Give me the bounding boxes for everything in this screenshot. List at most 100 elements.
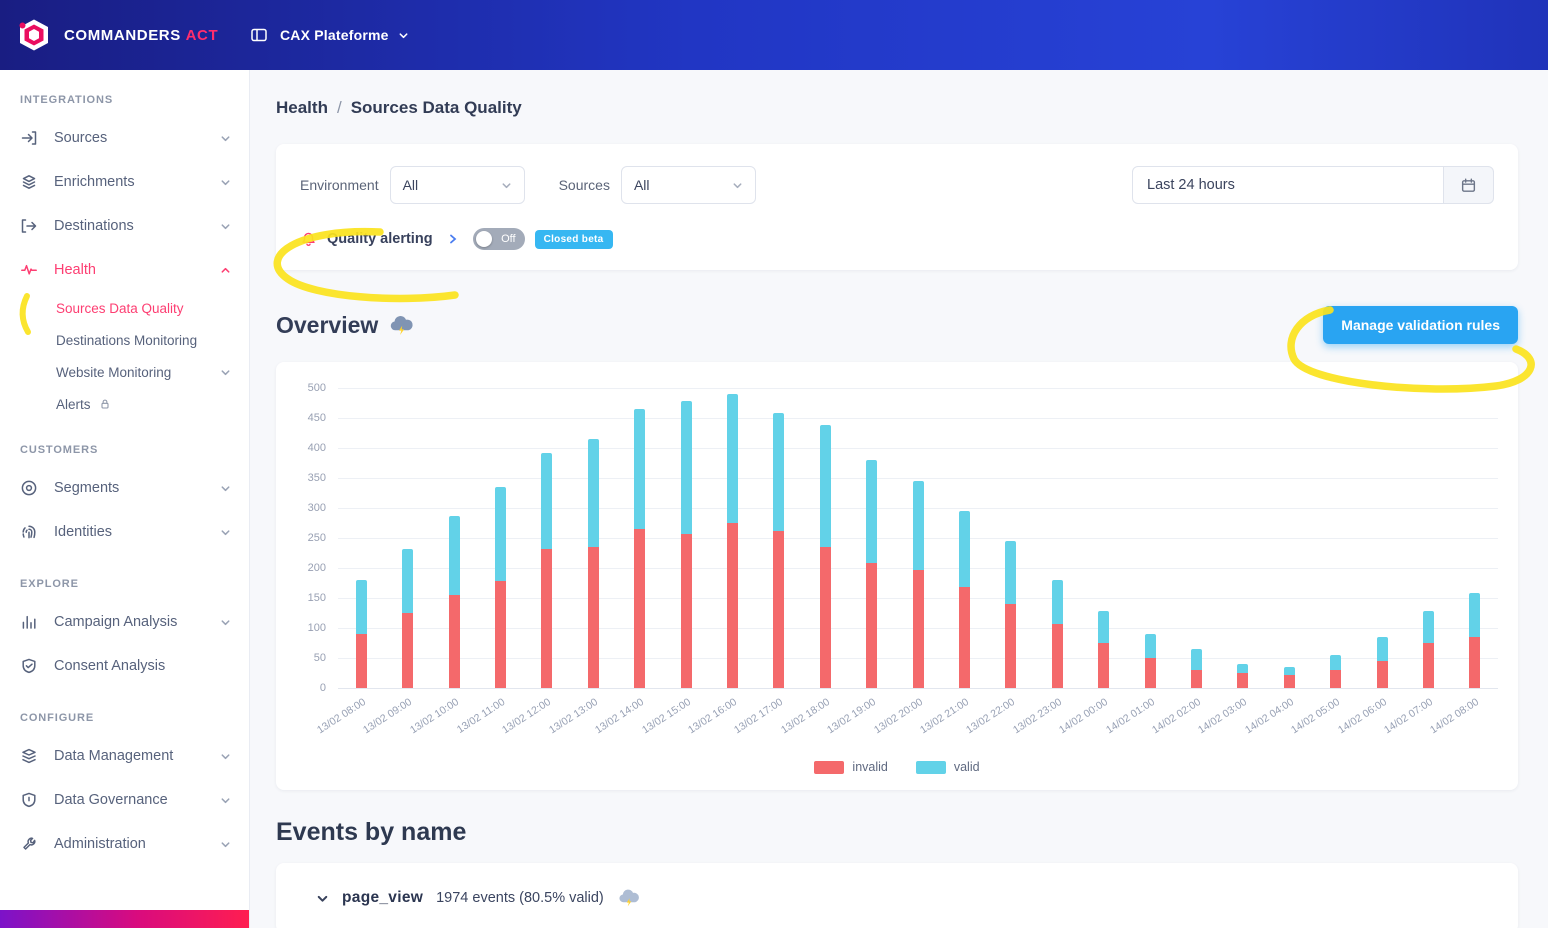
toggle-knob xyxy=(476,231,492,247)
stacked-bar xyxy=(1469,593,1480,688)
sidebar-subitem-destinations-monitoring[interactable]: Destinations Monitoring xyxy=(0,324,249,356)
breadcrumb-section[interactable]: Health xyxy=(276,98,328,118)
section-title-explore: EXPLORE xyxy=(0,554,249,600)
panel-toggle-icon[interactable] xyxy=(250,26,268,44)
chevron-down-icon xyxy=(220,839,231,850)
legend-label: invalid xyxy=(852,760,887,774)
stacked-bar xyxy=(402,549,413,688)
chevron-down-icon xyxy=(220,527,231,538)
sidebar-item-sources[interactable]: Sources xyxy=(0,116,249,160)
x-axis-label: 13/02 22:00 xyxy=(964,696,1017,736)
layers-icon xyxy=(20,746,40,766)
bar-column: 14/02 08:00 xyxy=(1452,388,1498,688)
x-axis-label: 14/02 05:00 xyxy=(1289,696,1342,736)
plot-area: 13/02 08:0013/02 09:0013/02 10:0013/02 1… xyxy=(338,388,1498,688)
legend-item-valid[interactable]: valid xyxy=(916,760,980,774)
sidebar-item-administration[interactable]: Administration xyxy=(0,822,249,866)
sidebar-subitem-sources-data-quality[interactable]: Sources Data Quality xyxy=(0,292,249,324)
valid-segment xyxy=(959,511,970,587)
valid-segment xyxy=(1284,667,1295,675)
x-axis-label: 13/02 20:00 xyxy=(872,696,925,736)
invalid-segment xyxy=(634,529,645,688)
date-range-input[interactable] xyxy=(1132,166,1444,204)
bar-column: 13/02 12:00 xyxy=(524,388,570,688)
workspace-selector[interactable]: CAX Plateforme xyxy=(280,27,409,43)
calendar-button[interactable] xyxy=(1444,166,1494,204)
bar-column: 13/02 11:00 xyxy=(477,388,523,688)
x-axis-label: 13/02 08:00 xyxy=(315,696,368,736)
main-content: Health / Sources Data Quality Environmen… xyxy=(250,70,1548,928)
sources-select[interactable]: All xyxy=(621,166,756,204)
overview-chart-card: 050100150200250300350400450500 13/02 08:… xyxy=(276,362,1518,790)
x-axis-label: 13/02 16:00 xyxy=(686,696,739,736)
x-axis-label: 13/02 14:00 xyxy=(593,696,646,736)
invalid-segment xyxy=(495,581,506,688)
sidebar-item-segments[interactable]: Segments xyxy=(0,466,249,510)
storm-cloud-icon xyxy=(388,312,415,339)
x-axis-label: 14/02 01:00 xyxy=(1104,696,1157,736)
bar-column: 14/02 05:00 xyxy=(1313,388,1359,688)
bar-column: 14/02 07:00 xyxy=(1405,388,1451,688)
bar-column: 13/02 08:00 xyxy=(338,388,384,688)
valid-segment xyxy=(1005,541,1016,604)
stacked-bar xyxy=(541,453,552,688)
sources-icon xyxy=(20,128,40,148)
chevron-down-icon[interactable] xyxy=(316,892,329,905)
invalid-segment xyxy=(866,563,877,688)
legend-item-invalid[interactable]: invalid xyxy=(814,760,887,774)
calendar-icon xyxy=(1460,177,1477,194)
sidebar-item-enrichments[interactable]: Enrichments xyxy=(0,160,249,204)
valid-segment xyxy=(681,401,692,534)
x-axis-label: 13/02 17:00 xyxy=(732,696,785,736)
bar-column: 14/02 06:00 xyxy=(1359,388,1405,688)
stacked-bar xyxy=(1330,655,1341,688)
enrichments-icon xyxy=(20,172,40,192)
sidebar-item-data-management[interactable]: Data Management xyxy=(0,734,249,778)
bar-column: 13/02 14:00 xyxy=(616,388,662,688)
bar-column: 13/02 19:00 xyxy=(848,388,894,688)
sidebar-item-health[interactable]: Health xyxy=(0,248,249,292)
invalid-segment xyxy=(1098,643,1109,688)
sidebar-item-destinations[interactable]: Destinations xyxy=(0,204,249,248)
breadcrumb-page: Sources Data Quality xyxy=(351,98,522,118)
environment-select[interactable]: All xyxy=(390,166,525,204)
sidebar-subitem-alerts[interactable]: Alerts xyxy=(0,388,249,420)
sidebar-subitem-website-monitoring[interactable]: Website Monitoring xyxy=(0,356,249,388)
valid-segment xyxy=(1377,637,1388,661)
events-by-name-heading: Events by name xyxy=(276,818,1518,847)
invalid-segment xyxy=(1284,675,1295,688)
invalid-segment xyxy=(588,547,599,688)
filters-card: Environment All Sources All xyxy=(276,144,1518,270)
sidebar-item-campaign-analysis[interactable]: Campaign Analysis xyxy=(0,600,249,644)
event-row-page-view[interactable]: page_view 1974 events (80.5% valid) xyxy=(276,863,1518,928)
invalid-segment xyxy=(1237,673,1248,688)
stacked-bar xyxy=(727,394,738,688)
sidebar-item-data-governance[interactable]: Data Governance xyxy=(0,778,249,822)
invalid-segment xyxy=(356,634,367,688)
valid-segment xyxy=(1145,634,1156,658)
y-axis-tick: 100 xyxy=(308,622,326,634)
x-axis-label: 14/02 06:00 xyxy=(1336,696,1389,736)
brand: COMMANDERS ACT xyxy=(0,17,250,53)
sidebar-item-identities[interactable]: Identities xyxy=(0,510,249,554)
quality-alerting-toggle[interactable]: Off xyxy=(473,228,525,250)
legend-swatch xyxy=(916,761,946,774)
valid-segment xyxy=(866,460,877,563)
chevron-down-icon xyxy=(220,221,231,232)
stacked-bar xyxy=(1237,664,1248,688)
workspace-name: CAX Plateforme xyxy=(280,27,389,43)
chevron-down-icon xyxy=(398,30,409,41)
valid-segment xyxy=(1052,580,1063,624)
shield-icon xyxy=(20,790,40,810)
y-axis-tick: 250 xyxy=(308,532,326,544)
chevron-down-icon xyxy=(732,180,743,191)
y-axis-tick: 0 xyxy=(320,682,326,694)
invalid-segment xyxy=(1330,670,1341,688)
manage-validation-rules-button[interactable]: Manage validation rules xyxy=(1323,306,1518,344)
stacked-bar xyxy=(959,511,970,688)
brand-logo-icon xyxy=(16,17,52,53)
chevron-right-icon[interactable] xyxy=(447,233,459,245)
invalid-segment xyxy=(727,523,738,688)
stacked-bar xyxy=(866,460,877,688)
sidebar-item-consent-analysis[interactable]: Consent Analysis xyxy=(0,644,249,688)
